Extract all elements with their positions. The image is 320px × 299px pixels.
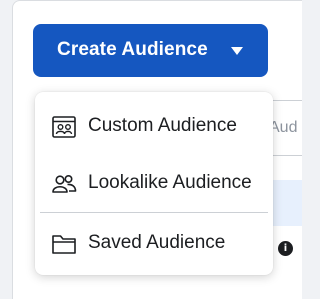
menu-item-label: Custom Audience xyxy=(88,115,237,136)
menu-item-lookalike-audience[interactable]: Lookalike Audience xyxy=(35,159,273,205)
menu-item-label: Lookalike Audience xyxy=(88,172,252,193)
info-icon[interactable]: i xyxy=(278,241,293,256)
create-audience-button[interactable]: Create Audience xyxy=(33,24,268,77)
caret-down-icon xyxy=(231,47,243,55)
people-icon xyxy=(52,174,77,193)
menu-item-custom-audience[interactable]: Custom Audience xyxy=(35,102,273,148)
menu-item-saved-audience[interactable]: Saved Audience xyxy=(35,219,273,265)
create-audience-menu: Custom Audience Lookalike Audience Saved… xyxy=(35,92,273,275)
custom-audience-icon xyxy=(52,116,76,138)
create-audience-label: Create Audience xyxy=(57,39,208,60)
folder-icon xyxy=(52,235,76,254)
menu-item-label: Saved Audience xyxy=(88,232,226,253)
menu-divider xyxy=(40,212,268,213)
audience-search-placeholder: Aud xyxy=(269,119,298,136)
info-icon-glyph: i xyxy=(283,243,288,254)
